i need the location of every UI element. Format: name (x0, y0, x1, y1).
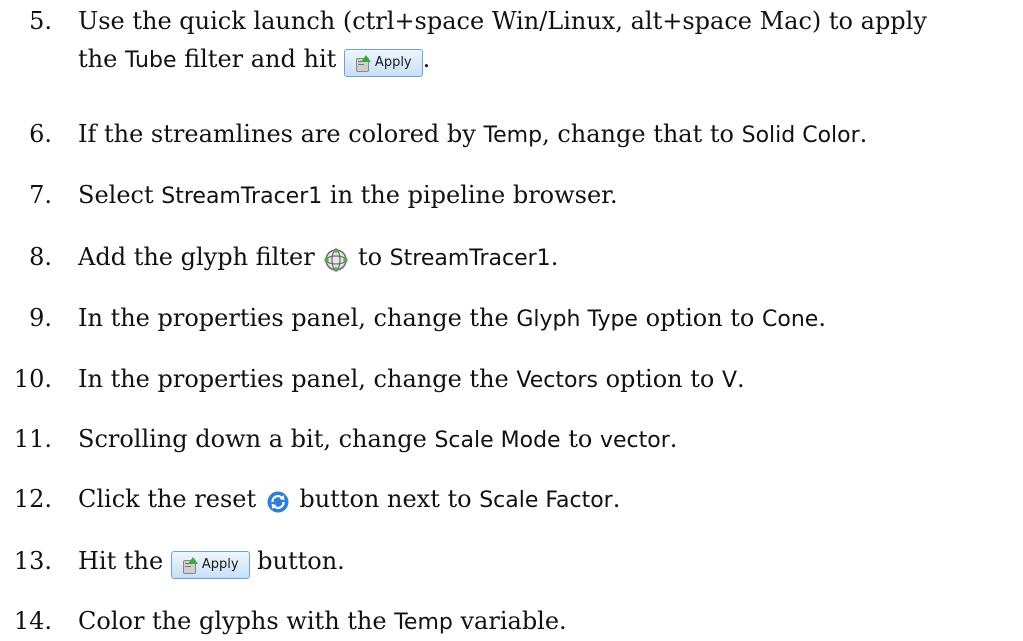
coloring-option: Solid Color (741, 123, 860, 148)
property-name: Scale Factor (479, 488, 613, 513)
apply-icon (182, 557, 198, 574)
property-name: Vectors (516, 368, 598, 393)
step-number: 7. (29, 181, 52, 209)
step-text: Select StreamTracer1 in the pipeline bro… (78, 181, 618, 209)
step-number: 6. (29, 120, 52, 148)
property-name: Scale Mode (434, 428, 561, 453)
step-text: Scrolling down a bit, change Scale Mode … (78, 425, 678, 453)
filter-name: Tube (124, 48, 177, 73)
variable-name: Temp (394, 610, 453, 635)
variable-name: Temp (483, 123, 543, 148)
apply-button[interactable]: Apply (343, 49, 423, 77)
pipeline-object-name: StreamTracer1 (161, 184, 323, 209)
step-text: Hit the Apply button. (78, 544, 345, 579)
step-number: 10. (13, 365, 52, 393)
step-number: 11. (13, 425, 52, 453)
step-text: In the properties panel, change the Vect… (78, 365, 745, 393)
step-number: 13. (13, 547, 52, 575)
step-text: If the streamlines are colored by Temp, … (78, 120, 868, 148)
step-number: 5. (29, 7, 52, 35)
apply-icon (355, 55, 371, 72)
step-number: 14. (13, 607, 52, 635)
step-text: Use the quick launch (ctrl+space Win/Lin… (78, 7, 927, 35)
reset-icon[interactable] (266, 489, 290, 513)
apply-button[interactable]: Apply (170, 551, 250, 579)
instruction-list: 5. Use the quick launch (ctrl+space Win/… (0, 0, 1023, 641)
step-text: In the properties panel, change the Glyp… (78, 304, 826, 332)
step-number: 8. (29, 243, 52, 271)
property-value: V (721, 368, 738, 393)
property-value: Cone (762, 307, 819, 332)
step-text: Color the glyphs with the Temp variable. (78, 607, 567, 635)
step-number: 9. (29, 304, 52, 332)
property-value: vector (599, 428, 670, 453)
pipeline-object-name: StreamTracer1 (389, 246, 551, 271)
glyph-filter-icon[interactable] (324, 247, 349, 272)
step-text-line-2: the Tube filter and hit Apply. (78, 42, 430, 78)
step-text: Click the reset button next to Scale Fac… (78, 485, 621, 513)
property-name: Glyph Type (516, 307, 638, 332)
step-text: Add the glyph filter to StreamTracer1. (78, 243, 559, 272)
step-number: 12. (13, 485, 52, 513)
